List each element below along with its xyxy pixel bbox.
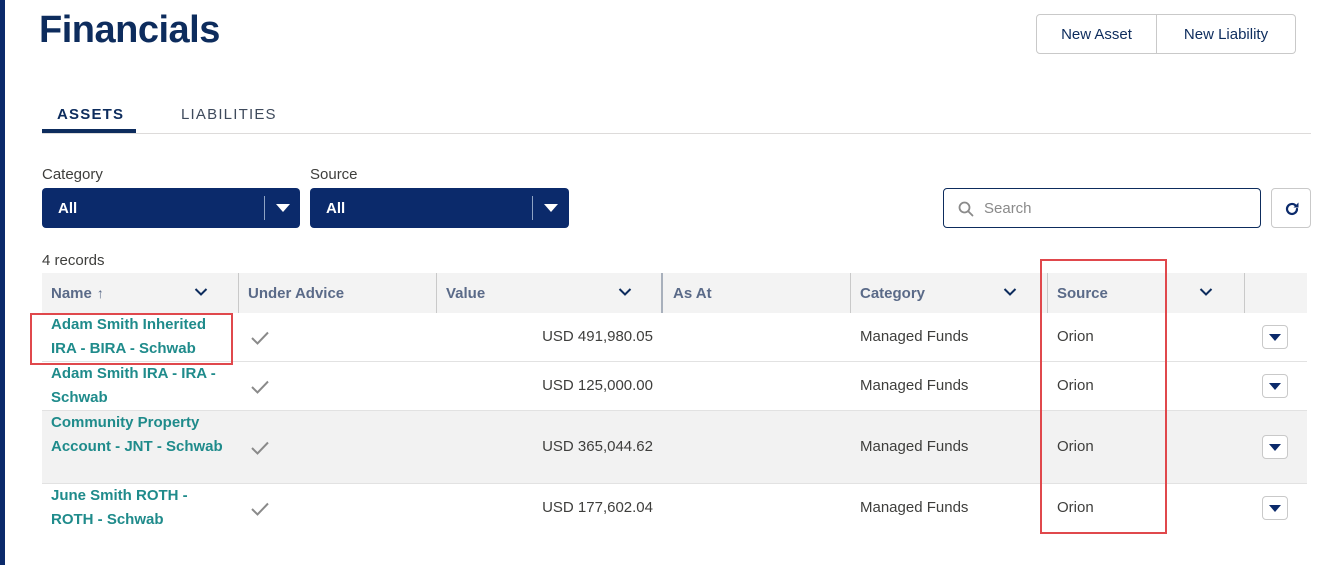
asset-value: USD 491,980.05 — [542, 328, 653, 345]
column-header-under-advice[interactable]: Under Advice — [239, 273, 436, 313]
column-resize-handle[interactable] — [661, 273, 663, 313]
asset-category: Managed Funds — [860, 438, 969, 455]
search-input[interactable] — [984, 197, 1244, 219]
source-filter-select[interactable]: All — [310, 188, 569, 228]
asset-name-link[interactable]: Adam Smith IRA - IRA - Schwab — [51, 362, 231, 410]
arrow-up-icon: ↑ — [96, 285, 104, 301]
column-label-under-advice: Under Advice — [248, 284, 345, 302]
column-header-value[interactable]: Value — [437, 273, 661, 313]
column-label-value: Value — [446, 284, 486, 302]
select-divider — [264, 196, 265, 220]
refresh-button[interactable] — [1271, 188, 1311, 228]
row-actions-button[interactable] — [1262, 325, 1288, 349]
caret-down-icon — [276, 204, 290, 212]
refresh-icon — [1285, 202, 1299, 216]
source-filter-label: Source — [310, 166, 358, 183]
row-actions-button[interactable] — [1262, 374, 1288, 398]
chevron-down-icon[interactable] — [618, 287, 632, 297]
tab-bar: ASSETS LIABILITIES — [42, 96, 1311, 134]
column-divider[interactable] — [1244, 273, 1245, 313]
category-filter-select[interactable]: All — [42, 188, 300, 228]
source-filter-value: All — [326, 200, 346, 217]
new-liability-button[interactable]: New Liability — [1157, 14, 1296, 54]
chevron-down-icon[interactable] — [1003, 287, 1017, 297]
page-title: Financials — [39, 9, 220, 51]
category-filter-value: All — [58, 200, 78, 217]
asset-category: Managed Funds — [860, 377, 969, 394]
active-tab-indicator — [42, 129, 136, 133]
chevron-down-icon[interactable] — [194, 287, 208, 297]
asset-name-link[interactable]: June Smith ROTH - ROTH - Schwab — [51, 484, 231, 532]
asset-value: USD 125,000.00 — [542, 377, 653, 394]
select-divider — [532, 196, 533, 220]
caret-down-icon — [1269, 444, 1281, 451]
new-asset-button[interactable]: New Asset — [1036, 14, 1157, 54]
record-count: 4 records — [42, 252, 105, 269]
highlight-box-name — [30, 313, 233, 365]
check-icon — [251, 331, 269, 345]
column-label-name: Name — [51, 284, 92, 302]
search-icon — [958, 201, 974, 217]
check-icon — [251, 502, 269, 516]
check-icon — [251, 380, 269, 394]
left-accent-bar — [0, 0, 5, 565]
asset-name-link[interactable]: Community Property Account - JNT - Schwa… — [51, 411, 231, 459]
search-box — [943, 188, 1261, 228]
asset-value: USD 365,044.62 — [542, 438, 653, 455]
column-header-category[interactable]: Category — [851, 273, 1047, 313]
asset-category: Managed Funds — [860, 499, 969, 516]
caret-down-icon — [1269, 505, 1281, 512]
tab-assets[interactable]: ASSETS — [57, 106, 124, 123]
tab-liabilities[interactable]: LIABILITIES — [181, 106, 277, 123]
check-icon — [251, 441, 269, 455]
asset-category: Managed Funds — [860, 328, 969, 345]
column-label-as-at: As At — [673, 284, 712, 302]
category-filter-label: Category — [42, 166, 103, 183]
asset-value: USD 177,602.04 — [542, 499, 653, 516]
caret-down-icon — [544, 204, 558, 212]
chevron-down-icon[interactable] — [1199, 287, 1213, 297]
column-header-as-at[interactable]: As At — [664, 273, 850, 313]
highlight-box-source-column — [1040, 259, 1167, 534]
column-header-name[interactable]: Name ↑ — [42, 273, 238, 313]
row-actions-button[interactable] — [1262, 435, 1288, 459]
caret-down-icon — [1269, 383, 1281, 390]
caret-down-icon — [1269, 334, 1281, 341]
column-label-category: Category — [860, 284, 926, 302]
row-actions-button[interactable] — [1262, 496, 1288, 520]
